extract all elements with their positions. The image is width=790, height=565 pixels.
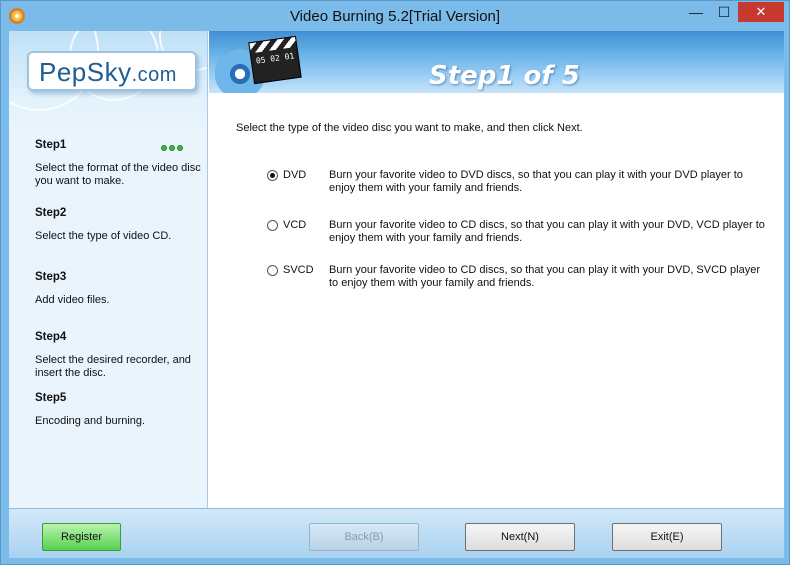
step-description: Add video files. (35, 294, 110, 306)
step-3: Step3 Add video files. (35, 271, 205, 307)
step-4: Step4 Select the desired recorder, and i… (35, 331, 205, 380)
step-description: Select the desired recorder, and insert … (35, 354, 191, 379)
title-bar[interactable]: Video Burning 5.2[Trial Version] — ☐ ✕ (1, 1, 789, 31)
button-bar: Register Back(B) Next(N) Exit(E) (9, 508, 784, 558)
clapper-text: 05 02 01 (255, 51, 295, 66)
instruction-text: Select the type of the video disc you wa… (236, 122, 583, 134)
step-title: Step2 (35, 207, 67, 219)
step-header: 05 02 01 Step1 of 5 (209, 31, 784, 93)
client-area: PepSky.com Step1 Select the format of th… (9, 31, 784, 558)
dvd-radio[interactable] (267, 170, 278, 181)
app-window: Video Burning 5.2[Trial Version] — ☐ ✕ P… (0, 0, 790, 565)
step-title: Step4 (35, 331, 67, 343)
steps-sidebar: PepSky.com Step1 Select the format of th… (9, 31, 208, 508)
register-button[interactable]: Register (42, 523, 121, 551)
step-description: Select the type of video CD. (35, 230, 172, 242)
option-label[interactable]: SVCD (283, 264, 314, 276)
step-1: Step1 Select the format of the video dis… (35, 139, 205, 188)
step-title: Step3 (35, 271, 67, 283)
step-description: Encoding and burning. (35, 415, 146, 427)
option-description: Burn your favorite video to CD discs, so… (329, 264, 761, 289)
step-5: Step5 Encoding and burning. (35, 392, 205, 428)
logo-brand: PepSky (39, 57, 132, 87)
logo-suffix: .com (131, 64, 177, 86)
option-description: Burn your favorite video to DVD discs, s… (329, 169, 743, 194)
close-button[interactable]: ✕ (738, 2, 784, 22)
exit-button[interactable]: Exit(E) (612, 523, 722, 551)
step-2: Step2 Select the type of video CD. (35, 207, 205, 243)
clapperboard-icon: 05 02 01 (248, 35, 302, 85)
back-button[interactable]: Back(B) (309, 523, 419, 551)
option-description: Burn your favorite video to CD discs, so… (329, 219, 765, 244)
maximize-button[interactable]: ☐ (711, 2, 737, 22)
minimize-button[interactable]: — (683, 2, 709, 22)
option-label[interactable]: DVD (283, 169, 306, 181)
vcd-radio[interactable] (267, 220, 278, 231)
option-label[interactable]: VCD (283, 219, 306, 231)
next-button[interactable]: Next(N) (465, 523, 575, 551)
step-title: Step5 (35, 392, 67, 404)
step-heading: Step1 of 5 (429, 61, 580, 91)
main-content: Select the type of the video disc you wa… (209, 93, 784, 508)
pepsky-logo: PepSky.com (27, 51, 197, 91)
step-description: Select the format of the video disc you … (35, 162, 201, 187)
logo-area: PepSky.com (9, 31, 207, 129)
svcd-radio[interactable] (267, 265, 278, 276)
window-title: Video Burning 5.2[Trial Version] (289, 8, 501, 25)
active-step-indicator (161, 142, 185, 151)
